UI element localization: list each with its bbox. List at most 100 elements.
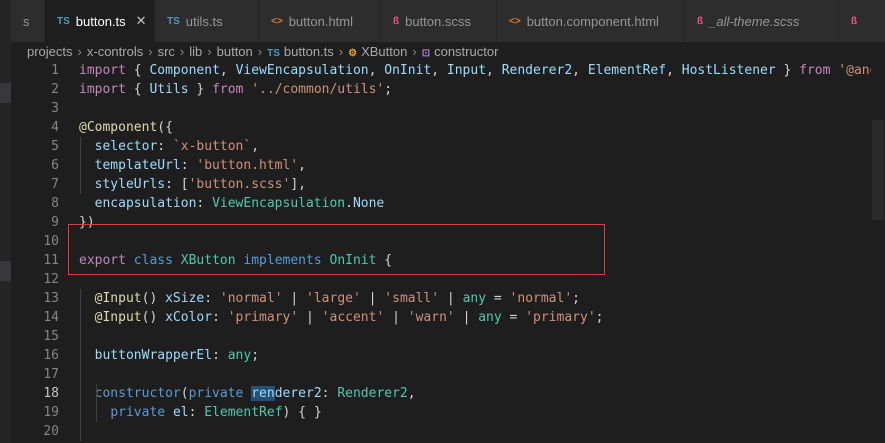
breadcrumb-item-member[interactable]: ⊡ constructor (422, 44, 499, 59)
code-token: styleUrls (94, 177, 166, 192)
code-token: Utils (149, 82, 189, 97)
code-token: { (125, 82, 150, 97)
code-token: } (188, 82, 213, 97)
code-line[interactable]: private el: ElementRef) { } (79, 403, 321, 422)
line-number: 18 (43, 386, 59, 401)
code-token: { (125, 63, 150, 78)
code-line[interactable]: encapsulation: ViewEncapsulation.None (79, 194, 385, 213)
code-token: ( (180, 386, 189, 401)
code-token: () (141, 310, 166, 325)
tab-s[interactable]: s (11, 0, 45, 42)
line-number: 9 (51, 215, 59, 230)
activity-marker (0, 261, 11, 281)
code-token: 'button.html' (196, 158, 299, 173)
code-token: ; (384, 82, 393, 97)
code-token: 'normal' (509, 291, 573, 306)
code-token: templateUrl (94, 158, 181, 173)
code-token: : (204, 291, 220, 306)
code-token: import (79, 63, 126, 78)
method-icon: ⊡ (421, 47, 431, 59)
code-line[interactable]: styleUrls: ['button.scss'], (79, 175, 306, 194)
breadcrumb-item-file[interactable]: TS button.ts (267, 44, 334, 59)
code-token: = (486, 291, 510, 306)
breadcrumb-item-src[interactable]: src (158, 44, 175, 59)
close-icon[interactable]: ✕ (136, 13, 147, 29)
code-line[interactable]: buttonWrapperEl: any; (79, 346, 259, 365)
code-token: OnInit (384, 63, 432, 78)
code-line[interactable]: import { Utils } from '../common/utils'; (79, 80, 392, 99)
code-token: from (212, 82, 244, 97)
tab-button-component-html[interactable]: <> button.component.html (497, 0, 685, 42)
code-token: `x-button` (172, 139, 252, 154)
breadcrumb-item-class[interactable]: ⚙ XButton (348, 44, 407, 59)
code-token: ViewEncapsulation (212, 196, 346, 211)
sass-file-icon: ß (851, 15, 858, 27)
breadcrumb-item-lib[interactable]: lib (189, 44, 202, 59)
code-token: ; (572, 291, 580, 306)
tab-utils-ts[interactable]: TS utils.ts (155, 0, 259, 42)
line-number: 14 (43, 310, 59, 325)
text-selection: ren (251, 386, 275, 401)
typescript-file-icon: TS (267, 47, 280, 59)
code-token: : (180, 158, 197, 173)
line-number: 11 (43, 253, 59, 268)
code-token: Input (446, 63, 487, 78)
tab-label: button.scss (405, 13, 471, 29)
code-token: 'primary' (227, 310, 299, 325)
code-token: , (572, 63, 588, 78)
code-token: 'large' (306, 291, 361, 306)
code-token: any (227, 348, 252, 363)
tab-label: _all-theme.scss (709, 13, 800, 29)
tab-button-html[interactable]: <> button.html (259, 0, 381, 42)
code-token: | (439, 291, 463, 306)
code-line[interactable]: @Component({ (79, 118, 173, 137)
line-number: 10 (43, 234, 59, 249)
tab-overflow-7[interactable]: ß (839, 0, 885, 42)
code-token: derer2 (274, 386, 322, 401)
line-number: 1 (51, 63, 59, 78)
tab-label: button.ts (75, 13, 126, 29)
line-number: 13 (43, 291, 59, 306)
code-token: ({ (157, 120, 173, 135)
vertical-scrollbar[interactable] (871, 60, 885, 443)
breadcrumb-item-button[interactable]: button (217, 44, 253, 59)
tab-button-ts[interactable]: TS button.ts ✕ (45, 0, 155, 42)
code-token: @Input (94, 291, 142, 306)
indent-guide (80, 137, 81, 194)
code-token: | (384, 310, 408, 325)
code-token: , (219, 63, 236, 78)
code-token: Component (149, 63, 220, 78)
tab-label: button.html (288, 13, 354, 29)
breadcrumb-item-x-controls[interactable]: x-controls (87, 44, 143, 59)
code-token: encapsulation (94, 196, 197, 211)
line-number-gutter: 1 2 3 4 5 6 7 8 9 10 11 12 13 14 15 16 17 18 19 20 (11, 60, 59, 443)
breadcrumb-item-projects[interactable]: projects (11, 44, 73, 59)
code-token: , (486, 63, 502, 78)
code-line[interactable]: selector: `x-button`, (79, 137, 259, 156)
editor-tab-bar: s TS button.ts ✕ TS utils.ts <> button.html ß but… (11, 0, 885, 42)
code-line[interactable]: @Input() xColor: 'primary' | 'accent' | … (79, 308, 604, 327)
code-token: el (172, 405, 189, 420)
code-line[interactable]: @Input() xSize: 'normal' | 'large' | 'sm… (79, 289, 580, 308)
code-token: ViewEncapsulation (235, 63, 369, 78)
scrollbar-thumb[interactable] (872, 120, 884, 220)
line-number: 12 (43, 272, 59, 287)
tab--all-theme-scss[interactable]: ß _all-theme.scss (685, 0, 839, 42)
tab-button-scss[interactable]: ß button.scss (381, 0, 497, 42)
code-token: ElementRef (587, 63, 667, 78)
code-token: constructor (94, 386, 181, 401)
code-line[interactable]: constructor(private renderer2: Renderer2… (79, 384, 416, 403)
code-token: | (298, 310, 322, 325)
class-icon: ⚙ (348, 47, 358, 59)
code-token: 'button.scss' (188, 177, 291, 192)
code-line[interactable]: import { Component, ViewEncapsulation, O… (79, 61, 885, 80)
code-line[interactable]: templateUrl: 'button.html', (79, 156, 306, 175)
code-token: 'accent' (321, 310, 385, 325)
line-number: 17 (43, 367, 59, 382)
